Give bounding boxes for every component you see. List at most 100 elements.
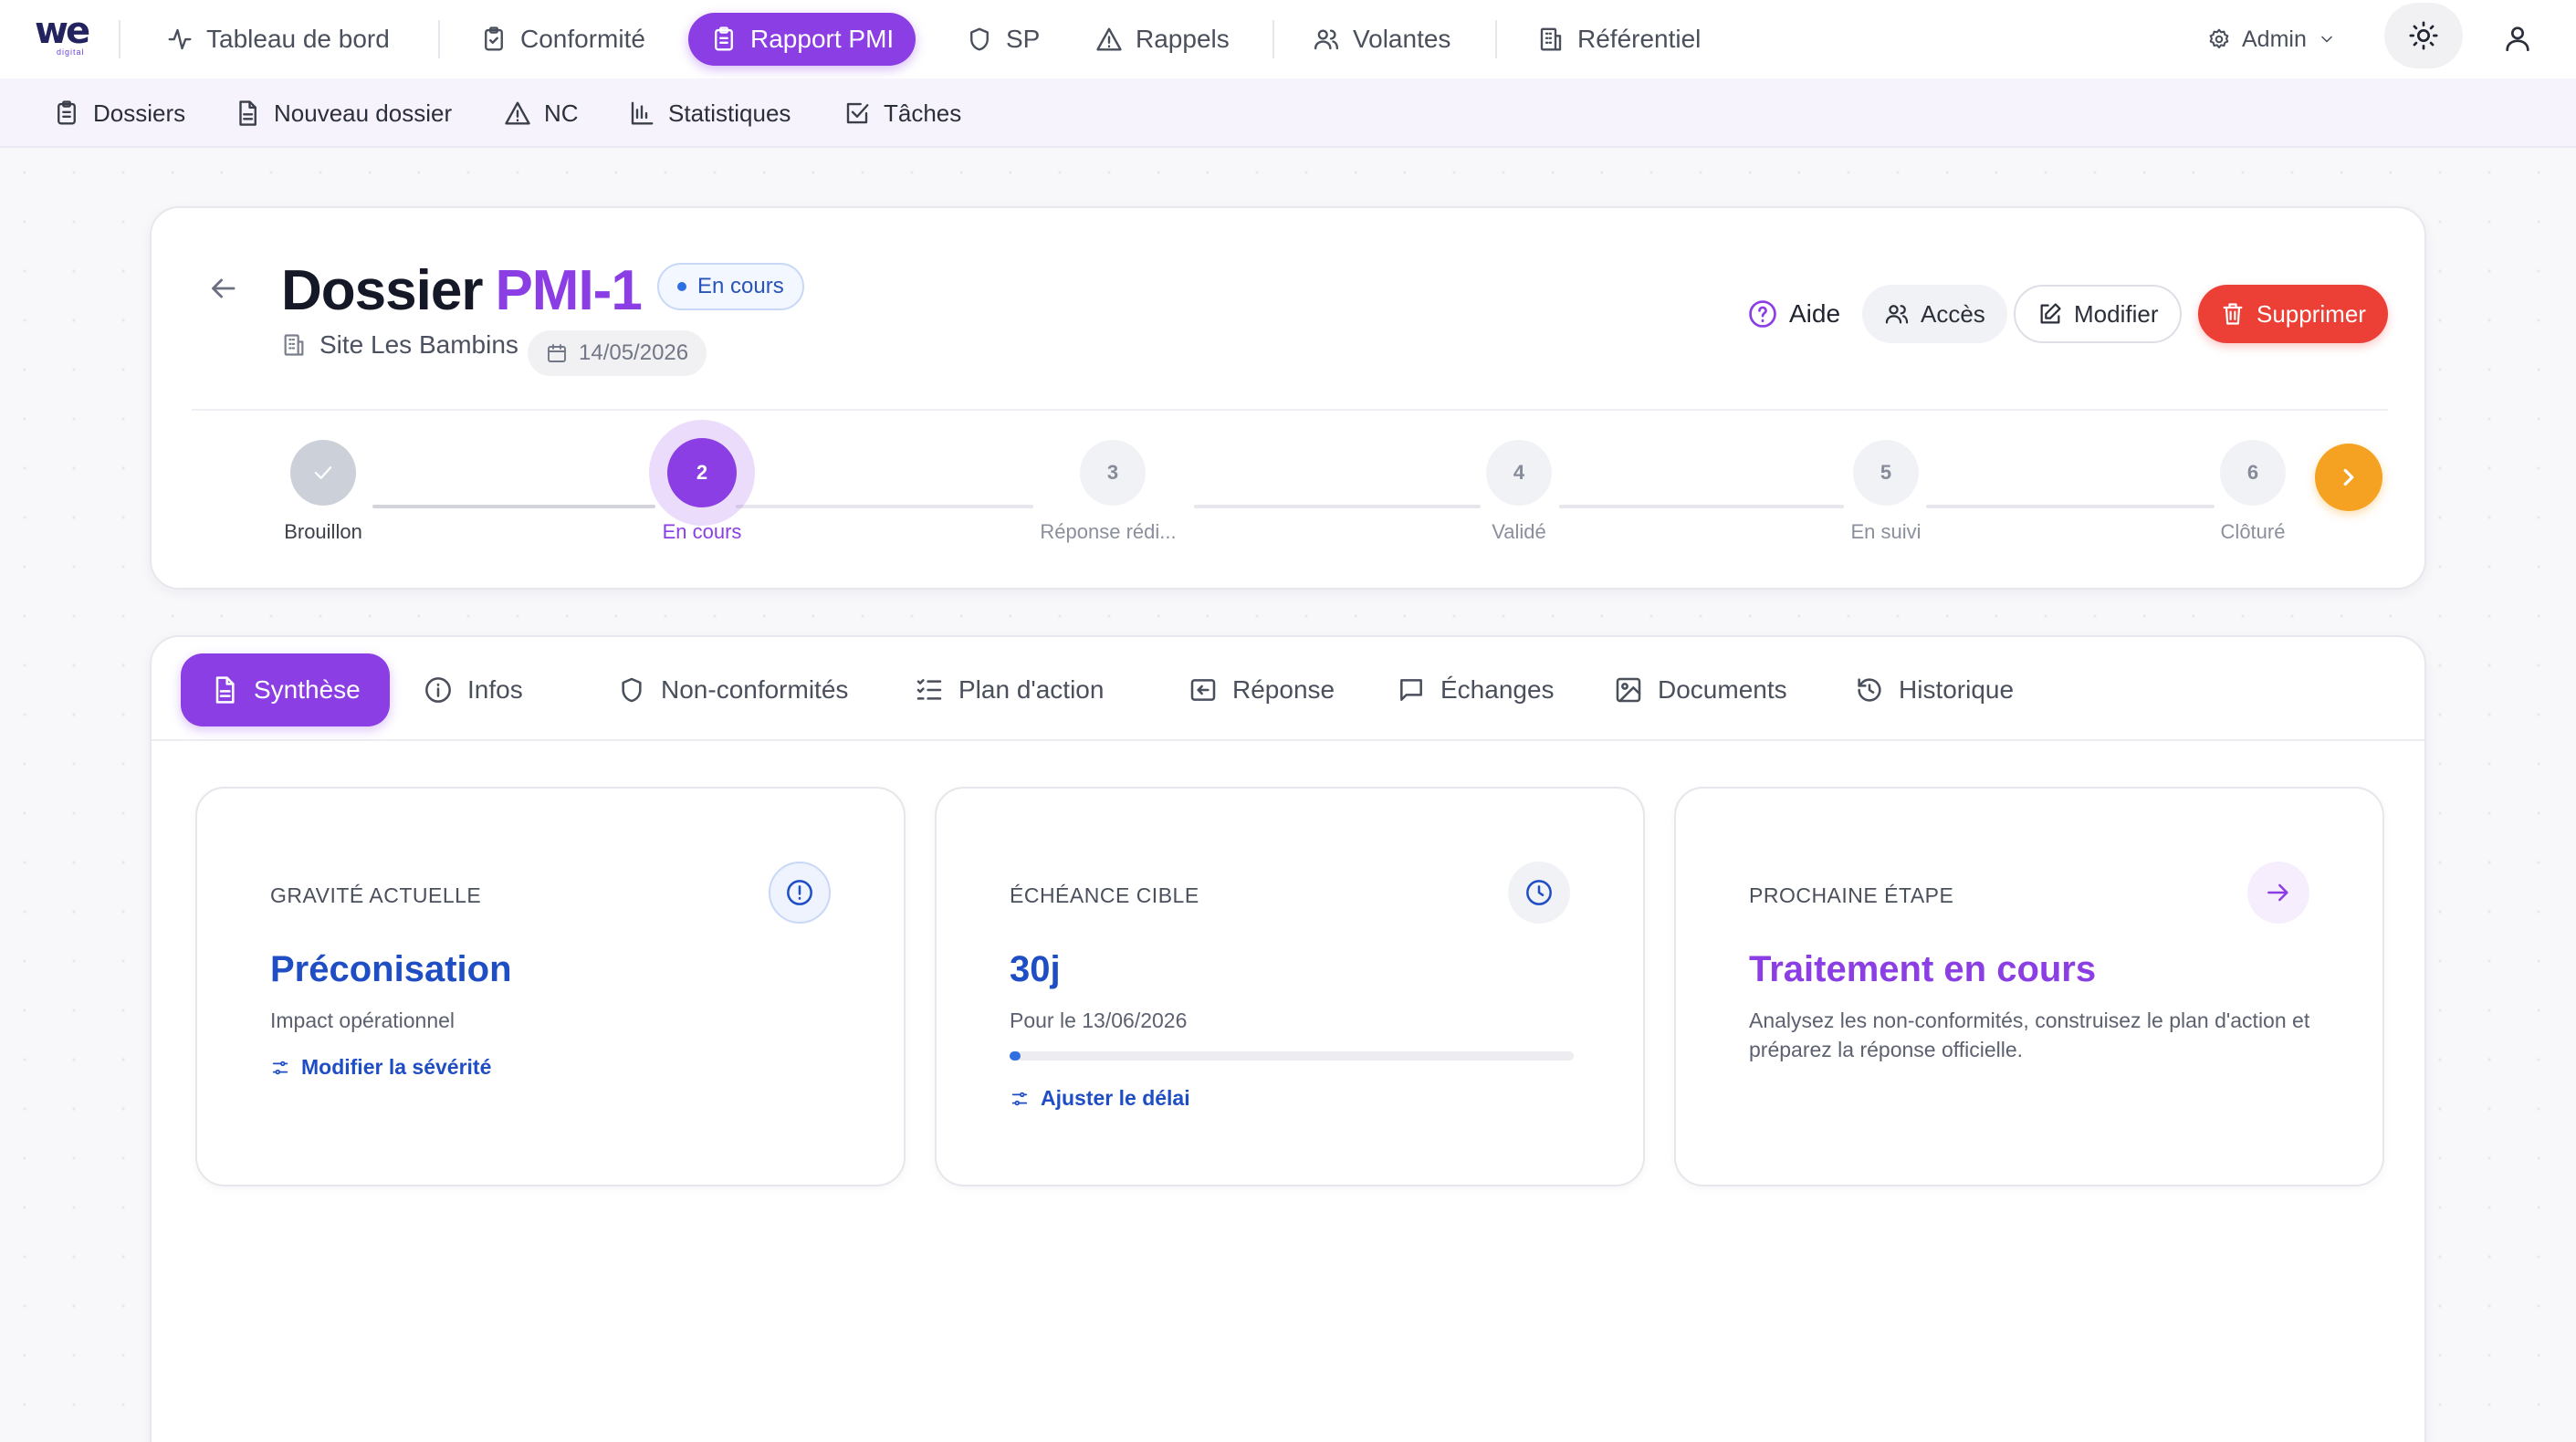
tab-label: Synthèse: [254, 675, 361, 704]
file-text-icon: [215, 676, 235, 704]
building-icon: [1540, 27, 1562, 51]
nav-item-label: Volantes: [1353, 25, 1451, 53]
step-connector: [1926, 505, 2215, 508]
adjust-deadline-label: Ajuster le délai: [1041, 1086, 1190, 1110]
status-label: En cours: [697, 274, 784, 298]
app-logo[interactable]: we digital: [35, 11, 93, 60]
access-button[interactable]: Accès: [1862, 285, 2007, 343]
subnav-item-label: Tâches: [884, 99, 962, 127]
delete-label: Supprimer: [2257, 299, 2366, 328]
severity-sub: Impact opérationnel: [270, 1008, 456, 1032]
delete-button[interactable]: Supprimer: [2198, 285, 2388, 343]
theme-toggle-button[interactable]: [2384, 3, 2463, 68]
arrow-left-icon: [212, 278, 236, 298]
next-step-value: Traitement en cours: [1749, 949, 2097, 989]
image-icon: [1616, 677, 1641, 703]
tab-label: Documents: [1658, 675, 1787, 704]
activity-icon: [168, 28, 192, 50]
subnav-item-dossiers[interactable]: Dossiers: [53, 78, 185, 148]
shield-icon: [970, 27, 989, 51]
step-connector: [1194, 505, 1481, 508]
step-4-valide[interactable]: 4: [1486, 440, 1552, 506]
nav-item-label: Référentiel: [1577, 25, 1702, 53]
step-number: 3: [1106, 461, 1119, 484]
tab-synthese[interactable]: Synthèse: [181, 653, 390, 726]
subnav-item-statistiques[interactable]: Statistiques: [628, 78, 791, 148]
severity-label: GRAVITÉ ACTUELLE: [270, 883, 482, 907]
step-number: 2: [696, 461, 708, 484]
tab-echanges[interactable]: Échanges: [1367, 653, 1584, 726]
help-button[interactable]: Aide: [1725, 285, 1862, 343]
next-step-card: PROCHAINE ÉTAPE Traitement en cours Anal…: [1674, 787, 2384, 1186]
clipboard-icon: [58, 100, 76, 125]
nav-item-rapport-pmi[interactable]: Rapport PMI: [688, 13, 916, 66]
adjust-deadline-link[interactable]: Ajuster le délai: [1010, 1086, 1190, 1111]
step-number: 6: [2246, 461, 2259, 484]
subnav-item-nc[interactable]: NC: [504, 78, 579, 148]
subnav-item-label: Statistiques: [668, 99, 791, 127]
deadline-progress-bar: [1010, 1051, 1574, 1061]
nav-item-label: Rapport PMI: [750, 25, 895, 53]
sliders-icon: [272, 1061, 288, 1074]
access-label: Accès: [1921, 299, 1985, 328]
nav-divider: [1495, 20, 1497, 58]
subnav-item-taches[interactable]: Tâches: [843, 78, 961, 148]
edit-button[interactable]: Modifier: [2014, 285, 2183, 343]
step-6-cloture[interactable]: 6: [2220, 440, 2286, 506]
tab-reponse[interactable]: Réponse: [1159, 653, 1364, 726]
title-prefix: Dossier: [281, 259, 483, 322]
nav-item-volantes[interactable]: Volantes: [1291, 13, 1472, 66]
nav-item-sp[interactable]: SP: [944, 13, 1062, 66]
subnav-item-label: NC: [544, 99, 579, 127]
next-step-button[interactable]: [2315, 444, 2382, 511]
step-1-brouillon[interactable]: [290, 440, 356, 506]
clipboard-list-icon: [715, 26, 733, 51]
top-navigation: we digital Tableau de bord Conformité Ra…: [0, 0, 2576, 78]
step-5-en-suivi[interactable]: 5: [1853, 440, 1919, 506]
nav-item-rappels[interactable]: Rappels: [1073, 13, 1251, 66]
dossier-date: 14/05/2026: [579, 340, 689, 365]
nav-item-label: Rappels: [1136, 25, 1230, 53]
dossier-code: PMI-1: [495, 259, 642, 322]
subnav-item-nouveau-dossier[interactable]: Nouveau dossier: [234, 78, 452, 148]
history-icon: [1858, 678, 1881, 702]
users-icon: [1314, 29, 1339, 50]
severity-card: GRAVITÉ ACTUELLE Préconisation Impact op…: [195, 787, 906, 1186]
step-2-en-cours[interactable]: 2: [667, 438, 737, 507]
tab-plan-action[interactable]: Plan d'action: [885, 653, 1133, 726]
chevron-down-icon: [2321, 36, 2332, 43]
admin-menu[interactable]: Admin: [2207, 16, 2336, 62]
tab-documents[interactable]: Documents: [1585, 653, 1817, 726]
nav-item-referentiel[interactable]: Référentiel: [1515, 13, 1723, 66]
tab-label: Plan d'action: [958, 675, 1105, 704]
step-connector: [736, 505, 1033, 508]
clock-icon: [1526, 880, 1552, 905]
nav-item-dashboard[interactable]: Tableau de bord: [144, 13, 412, 66]
user-profile-button[interactable]: [2492, 13, 2543, 64]
page-title: Dossier PMI-1: [281, 258, 643, 323]
edit-icon: [2040, 303, 2061, 324]
deadline-badge: [1508, 862, 1570, 924]
back-button[interactable]: [206, 272, 239, 305]
calendar-icon: [548, 344, 566, 362]
site-info: Site Les Bambins: [281, 330, 518, 360]
deadline-value: 30j: [1010, 949, 1061, 989]
user-icon: [2506, 26, 2529, 52]
nav-divider: [119, 20, 120, 58]
tab-infos[interactable]: Infos: [394, 653, 552, 726]
step-label: Clôturé: [2220, 520, 2286, 543]
severity-badge: [769, 862, 831, 924]
step-3-reponse[interactable]: 3: [1080, 440, 1146, 506]
reply-icon: [1190, 679, 1216, 701]
nav-divider: [438, 20, 440, 58]
edit-severity-link[interactable]: Modifier la sévérité: [270, 1055, 491, 1080]
tab-label: Infos: [467, 675, 523, 704]
tab-label: Échanges: [1440, 675, 1555, 704]
nav-item-conformite[interactable]: Conformité: [458, 13, 667, 66]
severity-value: Préconisation: [270, 949, 512, 989]
tab-historique[interactable]: Historique: [1826, 653, 2043, 726]
nav-divider: [1272, 20, 1274, 58]
tab-non-conformites[interactable]: Non-conformités: [588, 653, 877, 726]
gear-icon: [2209, 28, 2229, 49]
next-step-badge: [2247, 862, 2309, 924]
